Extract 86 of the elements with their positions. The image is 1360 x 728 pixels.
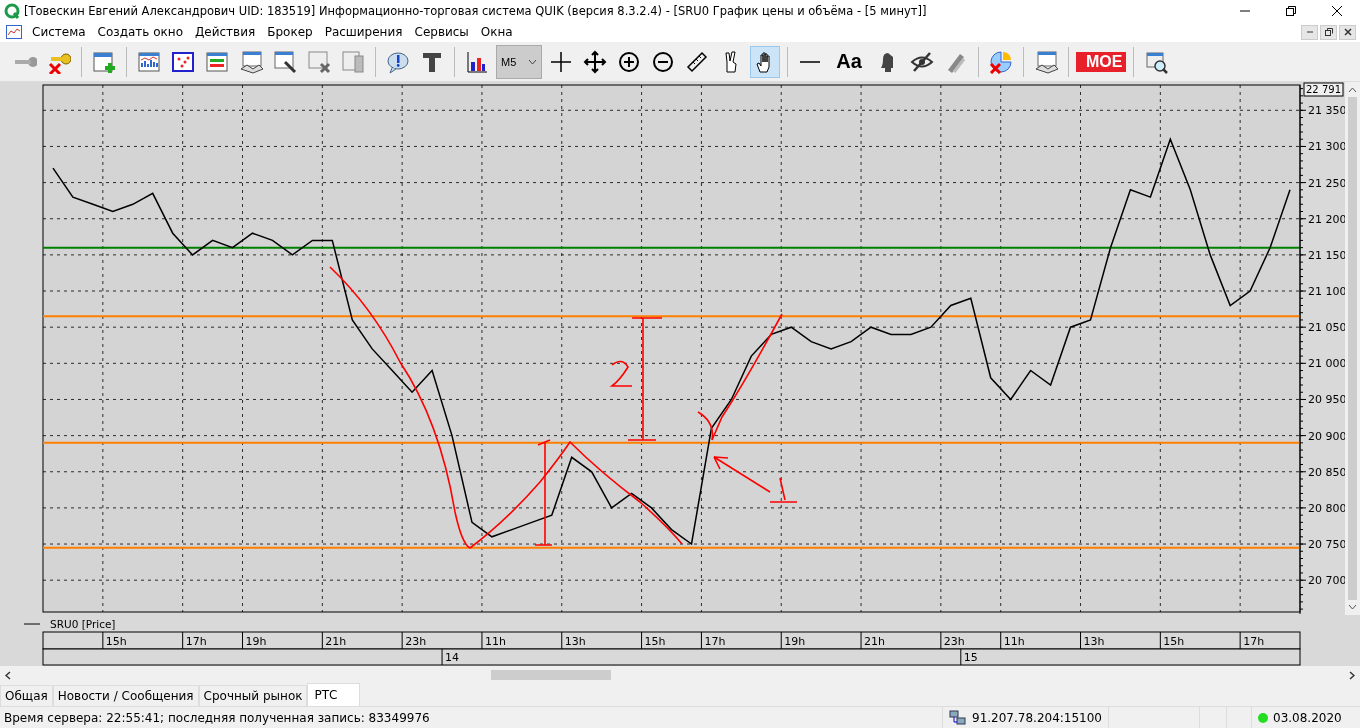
- tab[interactable]: РТС: [307, 683, 361, 706]
- x-axis-label: 15h: [644, 635, 666, 648]
- menu-item[interactable]: Сервисы: [408, 25, 475, 39]
- x-axis-label: 19h: [784, 635, 806, 648]
- menu-item[interactable]: Окна: [474, 25, 519, 39]
- handshake-table-icon: [239, 49, 263, 74]
- ruler-icon: [685, 49, 709, 74]
- menu-item[interactable]: Расширения: [318, 25, 409, 39]
- x-axis-label: 21h: [325, 635, 347, 648]
- tab[interactable]: Срочный рынок: [198, 685, 308, 706]
- x-axis-label: 23h: [405, 635, 427, 648]
- y-axis-label: 21 350: [1308, 104, 1345, 118]
- minimize-icon: [1305, 31, 1314, 33]
- x-axis-label: 17h: [185, 635, 207, 648]
- hand-button[interactable]: [750, 45, 780, 78]
- y-axis-label: 20 800: [1308, 501, 1345, 515]
- close-icon: [1343, 28, 1352, 36]
- zoom-in-icon: [617, 49, 641, 74]
- y-axis-label: 20 700: [1308, 574, 1345, 588]
- vertical-scrollbar[interactable]: [1345, 82, 1360, 615]
- tab[interactable]: Новости / Сообщения: [52, 685, 199, 706]
- crosshair-icon: [549, 49, 573, 74]
- date-label: 14: [445, 651, 460, 664]
- menu-item[interactable]: Создать окно: [91, 25, 189, 39]
- timeframe-dropdown[interactable]: M5: [496, 44, 542, 79]
- restore-icon: [1286, 6, 1296, 16]
- x-axis-label: 23h: [943, 635, 965, 648]
- tables-icon: [341, 49, 365, 74]
- y-axis-label: 21 100: [1308, 285, 1345, 299]
- network-computers-icon: [949, 710, 967, 726]
- exchange-button[interactable]: MOE: [1076, 51, 1127, 72]
- minimize-icon: [1240, 10, 1250, 12]
- y-axis-label: 20 950: [1308, 393, 1345, 407]
- legend-line-icon: [23, 623, 41, 625]
- handshake-table-icon: [1034, 49, 1058, 74]
- x-axis-label: 17h: [1243, 635, 1265, 648]
- wrench-table-icon: [273, 49, 297, 74]
- bar-chart-icon: [465, 49, 489, 74]
- alert-bubble-icon: [386, 49, 410, 74]
- x-axis-label: 15h: [1163, 635, 1185, 648]
- series-legend: SRU0 [Price]: [50, 618, 116, 630]
- x-axis-label: 21h: [864, 635, 885, 648]
- last-price: 22 791: [1303, 82, 1344, 97]
- y-axis-label: 21 150: [1308, 248, 1345, 262]
- new-window-icon: [92, 49, 116, 74]
- dots-window-icon: [171, 49, 195, 74]
- y-axis-label: 21 250: [1308, 176, 1345, 190]
- x-axis-label: 13h: [1083, 635, 1105, 648]
- move-icon: [583, 49, 607, 74]
- status-text: Время сервера: 22:55:41; последняя полученная запись: 83349976: [3, 711, 431, 725]
- window-title: [Товескин Евгений Александрович UID: 183519] Информационно-торговая система QUIK (версия 8.3.2.4) - [SRU0 График цены и объёма - [5 минут]]: [24, 4, 928, 18]
- server-address: 91.207.78.204:15100: [972, 711, 1102, 725]
- zoom-out-icon: [651, 49, 675, 74]
- caret-icon: [528, 58, 537, 65]
- tab[interactable]: Общая: [0, 685, 53, 706]
- y-axis-label: 21 050: [1308, 321, 1345, 335]
- y-axis-label: 21 300: [1308, 140, 1345, 154]
- table-cross-icon: [307, 49, 331, 74]
- menu-item[interactable]: Действия: [188, 25, 262, 39]
- line-icon: [800, 60, 820, 63]
- restore-icon: [1324, 28, 1333, 36]
- chart-window-icon: [6, 25, 22, 39]
- x-axis-label: 13h: [564, 635, 586, 648]
- app-logo-icon: [4, 3, 20, 19]
- stripes-window-icon: [205, 49, 229, 74]
- close-icon: [1332, 6, 1342, 16]
- menu-item[interactable]: Система: [26, 25, 92, 39]
- y-axis-label: 20 900: [1308, 429, 1345, 443]
- close-button[interactable]: [1339, 24, 1356, 40]
- y-axis-label: 21 200: [1308, 212, 1345, 226]
- x-axis-label: 11h: [484, 635, 506, 648]
- restore-button[interactable]: [1320, 24, 1337, 40]
- x-axis-label: 15h: [105, 635, 127, 648]
- date-label: 15: [963, 651, 978, 664]
- y-axis-label: 21 000: [1308, 357, 1345, 371]
- y-axis-label: 20 850: [1308, 465, 1345, 479]
- menu-item[interactable]: Брокер: [261, 25, 319, 39]
- x-axis-label: 19h: [245, 635, 267, 648]
- print-preview-icon: [1144, 49, 1169, 74]
- font-button[interactable]: Aa: [829, 45, 869, 78]
- chart-window-icon: [137, 49, 161, 74]
- pie-cross-icon: [989, 49, 1013, 74]
- y-axis-label: 20 750: [1308, 538, 1345, 552]
- x-axis-label: 17h: [704, 635, 726, 648]
- status-date: 03.08.2020: [1273, 711, 1342, 725]
- x-axis-label: 11h: [1003, 635, 1025, 648]
